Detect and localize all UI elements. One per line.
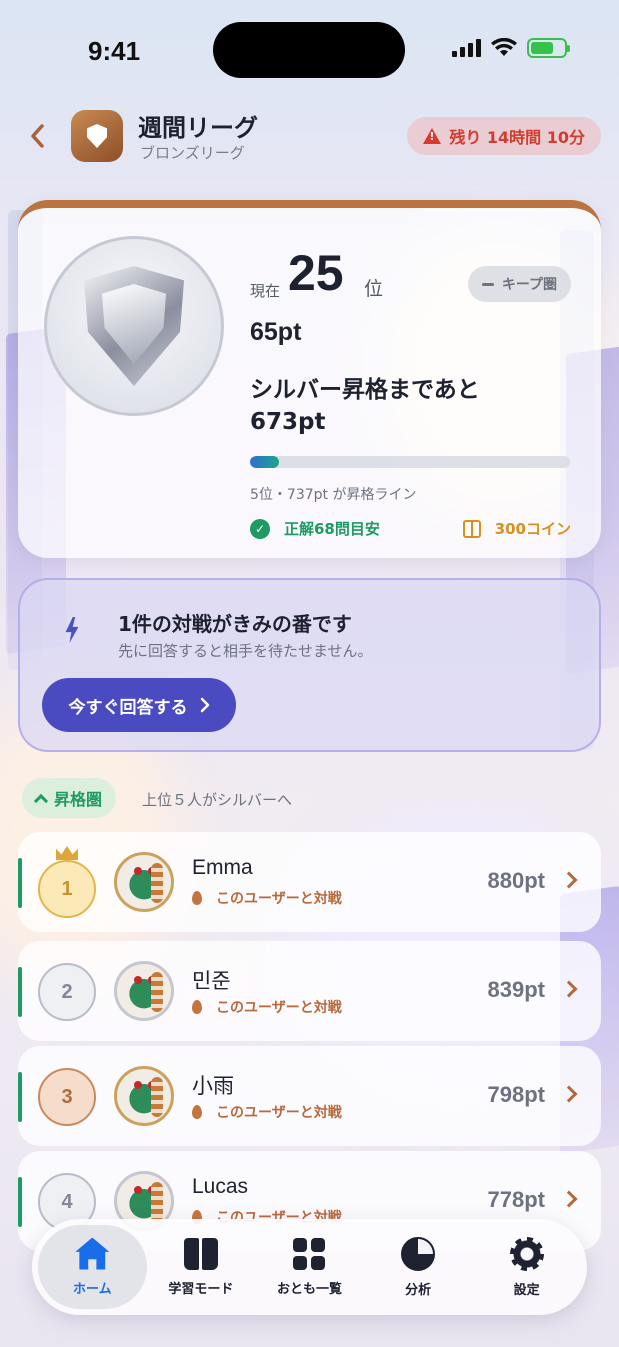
correct-estimate: ✓ 正解68問目安 — [250, 518, 380, 539]
user-name: 민준 — [192, 970, 231, 993]
challenge-label: このユーザーと対戦 — [216, 1000, 342, 1016]
home-icon — [75, 1237, 110, 1270]
rank-badge: 3 — [38, 1068, 96, 1126]
user-points: 880pt — [487, 868, 545, 893]
check-icon: ✓ — [250, 518, 270, 539]
promotion-zone-description: 上位５人がシルバーへ — [142, 791, 293, 809]
promotion-zone-badge: 昇格圏 — [22, 778, 117, 818]
user-points: 798pt — [487, 1082, 545, 1107]
user-name: Lucas — [192, 1175, 249, 1198]
current-points: 65pt — [250, 318, 302, 346]
challenge-link[interactable]: このユーザーと対戦 — [192, 1102, 342, 1122]
header: 週間リーグ ブロンズリーグ 残り 14時間 10分 — [0, 100, 619, 176]
status-icons — [452, 38, 570, 58]
challenge-link[interactable]: このユーザーと対戦 — [192, 997, 342, 1017]
reward-text: 300コイン — [494, 520, 571, 538]
avatar — [114, 961, 174, 1021]
chevron-right-icon — [560, 871, 578, 889]
user-name: Emma — [192, 856, 253, 879]
promotion-zone-stripe — [18, 1072, 22, 1122]
promotion-zone-stripe — [18, 1177, 22, 1227]
ranking-row[interactable]: 3 小雨 このユーザーと対戦 798pt — [18, 1046, 601, 1146]
rank-badge: 1 — [38, 860, 96, 918]
pie-chart-icon — [401, 1236, 436, 1271]
promotion-progress-bar — [250, 456, 570, 468]
shield-icon — [87, 124, 107, 148]
chevron-right-icon — [200, 697, 209, 713]
tab-home[interactable]: ホーム — [38, 1225, 147, 1309]
signal-icon — [452, 39, 481, 57]
promotion-line: 5位・737pt が昇格ライン — [250, 487, 417, 503]
status-time: 9:41 — [88, 36, 141, 66]
page-subtitle: ブロンズリーグ — [140, 144, 245, 162]
tab-settings[interactable]: 設定 — [472, 1225, 581, 1309]
avatar — [114, 852, 174, 912]
battle-title: 1件の対戦がきみの番です — [118, 612, 352, 636]
flame-icon — [192, 1000, 202, 1014]
avatar — [114, 1066, 174, 1126]
rank-prefix: 現在 — [250, 282, 281, 300]
chevron-right-icon — [560, 1190, 578, 1208]
user-name: 小雨 — [192, 1075, 234, 1098]
crown-icon — [56, 846, 78, 860]
tab-label: 学習モード — [168, 1281, 234, 1297]
promotion-remaining: シルバー昇格まであと 673pt — [250, 377, 480, 435]
gear-icon — [509, 1236, 544, 1271]
ranking-row[interactable]: 1 Emma このユーザーと対戦 880pt — [18, 832, 601, 932]
current-rank: 25 — [288, 245, 344, 301]
battery-icon — [527, 38, 570, 58]
tab-bar: ホーム 学習モード おとも一覧 分析 設定 — [32, 1219, 587, 1315]
zone-status-badge: キープ圏 — [467, 266, 571, 302]
status-bar: 9:41 — [0, 0, 619, 100]
bronze-league-icon — [71, 110, 123, 162]
reward: 300コイン — [462, 518, 571, 539]
tab-study-mode[interactable]: 学習モード — [147, 1225, 256, 1309]
rank-card: 現在 25 位 キープ圏 65pt シルバー昇格まであと 673pt 5位・73… — [18, 200, 601, 558]
tab-label: おとも一覧 — [276, 1281, 342, 1297]
tab-analysis[interactable]: 分析 — [364, 1225, 473, 1309]
time-remaining-badge: 残り 14時間 10分 — [407, 117, 601, 155]
user-points: 778pt — [487, 1187, 545, 1212]
chevron-left-icon — [31, 124, 44, 148]
tab-label: 分析 — [405, 1282, 432, 1298]
chevron-right-icon — [560, 980, 578, 998]
wifi-icon — [491, 38, 517, 56]
correct-estimate-text: 正解68問目安 — [284, 520, 380, 538]
tab-companion-list[interactable]: おとも一覧 — [255, 1225, 364, 1309]
flame-icon — [192, 1105, 202, 1119]
user-points: 839pt — [487, 977, 545, 1002]
back-button[interactable] — [22, 118, 52, 154]
grid-icon — [293, 1237, 326, 1270]
dynamic-island — [213, 22, 405, 78]
challenge-link[interactable]: このユーザーと対戦 — [192, 888, 342, 908]
battle-subtitle: 先に回答すると相手を待たせません。 — [118, 642, 373, 660]
rank-suffix: 位 — [364, 278, 384, 300]
rank-badge: 2 — [38, 963, 96, 1021]
silver-shield-emblem — [44, 236, 224, 416]
zone-status-label: キープ圏 — [501, 277, 557, 293]
answer-now-label: 今すぐ回答する — [68, 697, 188, 718]
challenge-label: このユーザーと対戦 — [216, 1105, 342, 1121]
answer-now-button[interactable]: 今すぐ回答する — [42, 678, 236, 732]
time-remaining-text: 残り 14時間 10分 — [449, 128, 585, 147]
promotion-zone-stripe — [18, 858, 22, 908]
flame-icon — [192, 891, 202, 905]
chevron-right-icon — [560, 1085, 578, 1103]
chevron-up-icon — [33, 793, 49, 809]
warning-icon — [423, 128, 442, 144]
dash-icon — [481, 282, 494, 286]
promotion-progress-fill — [250, 456, 279, 468]
challenge-label: このユーザーと対戦 — [216, 891, 342, 907]
promotion-zone-label: 昇格圏 — [54, 790, 103, 809]
gift-icon — [462, 519, 481, 538]
ranking-row[interactable]: 2 민준 このユーザーと対戦 839pt — [18, 941, 601, 1041]
tab-label: 設定 — [513, 1282, 540, 1298]
lightning-icon — [56, 614, 88, 646]
tab-label: ホーム — [72, 1281, 112, 1297]
promotion-zone-stripe — [18, 967, 22, 1017]
book-icon — [183, 1237, 218, 1270]
page-title: 週間リーグ — [138, 114, 258, 142]
battle-notice-card: 1件の対戦がきみの番です 先に回答すると相手を待たせません。 今すぐ回答する — [18, 578, 601, 752]
